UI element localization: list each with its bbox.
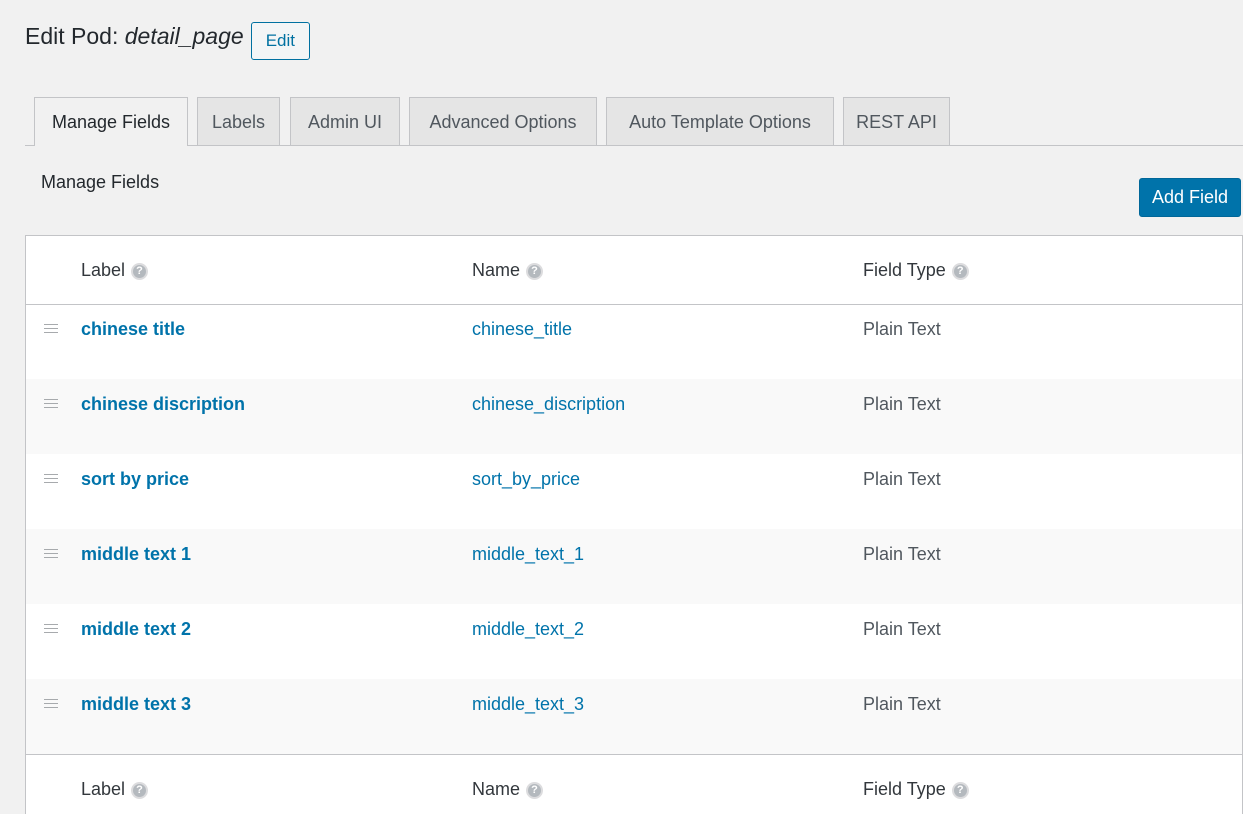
- column-header-name: Name?: [472, 236, 544, 304]
- tab-advanced-options[interactable]: Advanced Options: [409, 97, 597, 145]
- column-header-name-text: Name: [472, 260, 521, 280]
- field-label-link[interactable]: middle text 2: [81, 618, 191, 640]
- column-header-label-text: Label: [81, 260, 126, 280]
- table-header: Label? Name? Field Type?: [26, 236, 1242, 305]
- settings-tabs: Manage Fields Labels Admin UI Advanced O…: [25, 97, 1243, 146]
- field-name-link[interactable]: sort_by_price: [472, 468, 580, 490]
- question-mark-icon[interactable]: ?: [526, 263, 544, 280]
- question-mark-icon[interactable]: ?: [526, 782, 544, 799]
- table-row: chinese title chinese_title Plain Text: [26, 304, 1242, 379]
- page-header: Edit Pod: detail_page Edit: [25, 22, 310, 60]
- field-name-link[interactable]: chinese_discription: [472, 393, 625, 415]
- section-title: Manage Fields: [41, 172, 160, 192]
- field-label-link[interactable]: middle text 3: [81, 693, 191, 715]
- field-name-link[interactable]: chinese_title: [472, 318, 572, 340]
- field-label-link[interactable]: chinese title: [81, 318, 185, 340]
- drag-handle-icon[interactable]: [44, 474, 58, 484]
- field-name-link[interactable]: middle_text_1: [472, 543, 584, 565]
- column-footer-label-text: Label: [81, 779, 126, 799]
- table-row: chinese discription chinese_discription …: [26, 379, 1242, 454]
- tab-admin-ui[interactable]: Admin UI: [290, 97, 400, 145]
- question-mark-icon[interactable]: ?: [131, 782, 149, 799]
- column-header-field-type: Field Type?: [863, 236, 969, 304]
- field-label-link[interactable]: sort by price: [81, 468, 189, 490]
- table-body: chinese title chinese_title Plain Text c…: [26, 304, 1242, 754]
- field-type: Plain Text: [863, 694, 941, 714]
- field-label-link[interactable]: chinese discription: [81, 393, 245, 415]
- add-field-button[interactable]: Add Field: [1139, 178, 1241, 217]
- question-mark-icon[interactable]: ?: [951, 263, 969, 280]
- tab-manage-fields[interactable]: Manage Fields: [34, 97, 188, 146]
- field-type: Plain Text: [863, 544, 941, 564]
- table-row: middle text 3 middle_text_3 Plain Text: [26, 679, 1242, 754]
- fields-table: Label? Name? Field Type? chinese title c…: [25, 235, 1243, 814]
- tab-labels[interactable]: Labels: [197, 97, 280, 145]
- table-row: middle text 2 middle_text_2 Plain Text: [26, 604, 1242, 679]
- table-footer: Label? Name? Field Type?: [26, 754, 1242, 814]
- column-footer-name-text: Name: [472, 779, 521, 799]
- field-type: Plain Text: [863, 319, 941, 339]
- field-type: Plain Text: [863, 469, 941, 489]
- column-footer-field-type: Field Type?: [863, 755, 969, 814]
- drag-handle-icon[interactable]: [44, 624, 58, 634]
- field-type: Plain Text: [863, 394, 941, 414]
- field-name-link[interactable]: middle_text_3: [472, 693, 584, 715]
- tab-rest-api[interactable]: REST API: [843, 97, 950, 145]
- field-type: Plain Text: [863, 619, 941, 639]
- drag-handle-icon[interactable]: [44, 324, 58, 334]
- page-title-prefix: Edit Pod:: [25, 23, 125, 49]
- edit-pod-button[interactable]: Edit: [250, 22, 310, 60]
- edit-pod-page: Edit Pod: detail_page Edit Manage Fields…: [0, 0, 1243, 814]
- table-row: middle text 1 middle_text_1 Plain Text: [26, 529, 1242, 604]
- column-footer-name: Name?: [472, 755, 544, 814]
- column-footer-field-type-text: Field Type: [863, 779, 946, 799]
- table-row: sort by price sort_by_price Plain Text: [26, 454, 1242, 529]
- field-name-link[interactable]: middle_text_2: [472, 618, 584, 640]
- drag-handle-icon[interactable]: [44, 399, 58, 409]
- column-header-label: Label?: [81, 236, 149, 304]
- column-header-field-type-text: Field Type: [863, 260, 946, 280]
- tab-auto-template-options[interactable]: Auto Template Options: [606, 97, 834, 145]
- column-footer-label: Label?: [81, 755, 149, 814]
- field-label-link[interactable]: middle text 1: [81, 543, 191, 565]
- question-mark-icon[interactable]: ?: [951, 782, 969, 799]
- drag-handle-icon[interactable]: [44, 549, 58, 559]
- question-mark-icon[interactable]: ?: [131, 263, 149, 280]
- pod-name: detail_page: [124, 23, 244, 49]
- page-title: Edit Pod: detail_page: [25, 22, 244, 50]
- drag-handle-icon[interactable]: [44, 699, 58, 709]
